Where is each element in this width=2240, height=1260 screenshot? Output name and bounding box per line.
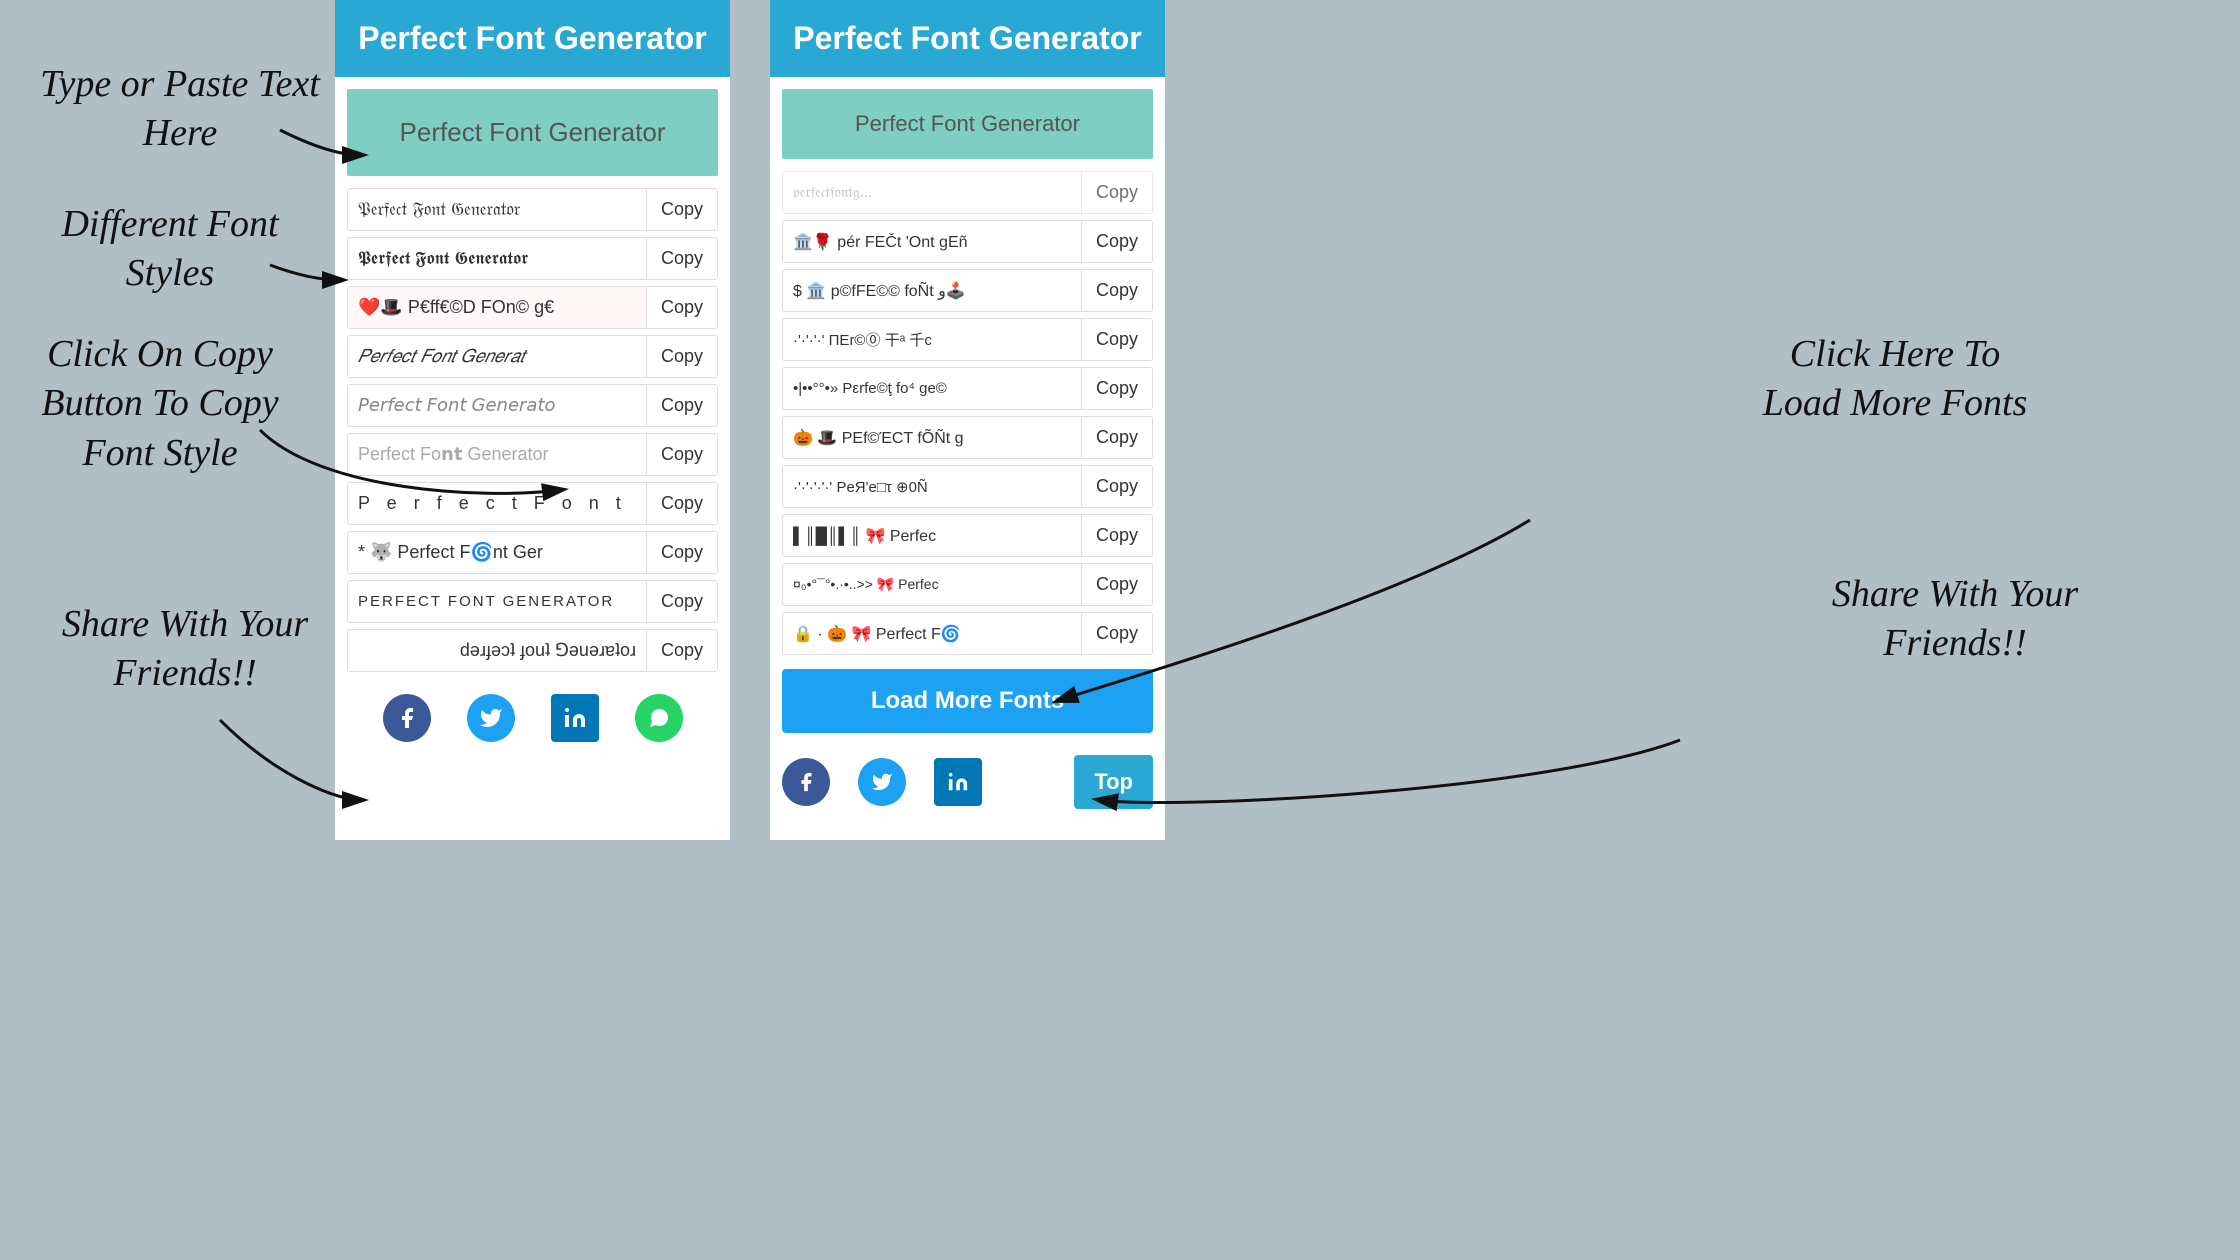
font-row: ▌║█║▌║ 🎀 Perfec Copy [782, 514, 1153, 557]
annotation-share-left: Share With Your Friends!! [60, 600, 310, 699]
copy-button[interactable]: Copy [1081, 613, 1152, 654]
font-text: ❤️🎩 P€ff€©D FOn© g€ [348, 287, 646, 328]
font-row: ❤️🎩 P€ff€©D FOn© g€ Copy [347, 286, 718, 329]
annotation-type-paste: Type or Paste Text Here [40, 60, 320, 159]
copy-button[interactable]: Copy [1081, 368, 1152, 409]
twitter-button[interactable] [467, 694, 515, 742]
copy-button[interactable]: Copy [646, 336, 717, 377]
font-row: 𝑃𝑒𝑟𝑓𝑒𝑐𝑡 𝐹𝑜𝑛𝑡 𝐺𝑒𝑛𝑒𝑟𝑎𝑡 Copy [347, 335, 718, 378]
font-row: P e r f e c t F o n t Copy [347, 482, 718, 525]
right-text-input[interactable]: Perfect Font Generator [782, 89, 1153, 159]
annotation-load-more: Click Here To Load More Fonts [1750, 330, 2040, 429]
copy-button[interactable]: Copy [646, 287, 717, 328]
font-text: 𝘗𝘦𝘳𝘧𝘦𝘤𝘵 𝘍𝘰𝘯𝘵 𝘎𝘦𝘯𝘦𝘳𝘢𝘵𝘰 [348, 385, 646, 426]
copy-button[interactable]: Copy [1081, 564, 1152, 605]
font-row: $ 🏛️ p©fFE©© foÑt ﻭ🕹️ Copy [782, 269, 1153, 312]
font-text: PERFECT FONT GENERATOR [348, 583, 646, 620]
font-row: ·'·'·'·' ΠΕr©⓪ 干ᵃ 千c Copy [782, 318, 1153, 361]
load-more-button[interactable]: Load More Fonts [782, 669, 1153, 733]
copy-button[interactable]: Copy [1081, 417, 1152, 458]
text-input[interactable]: Perfect Font Generator [347, 89, 718, 176]
copy-button[interactable]: Copy [1081, 221, 1152, 262]
top-button[interactable]: Top [1074, 755, 1153, 809]
font-row: 🎃 🎩 ΡΕf©ΈCT fÕÑt g Copy [782, 416, 1153, 459]
social-share-row [347, 678, 718, 750]
font-row: PERFECT FONT GENERATOR Copy [347, 580, 718, 623]
copy-button[interactable]: Copy [646, 483, 717, 524]
font-row: 🔒 · 🎃 🎀 Perfect F🌀 Copy [782, 612, 1153, 655]
font-row: 𝔓𝔢𝔯𝔣𝔢𝔠𝔱 𝔉𝔬𝔫𝔱 𝔊𝔢𝔫𝔢𝔯𝔞𝔱𝔬𝔯 Copy [347, 188, 718, 231]
font-text: P e r f e c t F o n t [348, 483, 646, 524]
copy-button[interactable]: Copy [646, 238, 717, 279]
font-text: 🏛️🌹 pér FEČt 'Ont gEñ [783, 222, 1081, 262]
facebook-button[interactable] [383, 694, 431, 742]
font-row: 🏛️🌹 pér FEČt 'Ont gEñ Copy [782, 220, 1153, 263]
social-group [782, 758, 982, 806]
copy-button[interactable]: Copy [1081, 172, 1152, 213]
font-text: * 🐺 Perfect F🌀nt Ger [348, 532, 646, 573]
font-row: •|••°°•» Ρεrfe©ţ fo⁴ ge© Copy [782, 367, 1153, 410]
font-text: 𝑃𝑒𝑟𝑓𝑒𝑐𝑡 𝐹𝑜𝑛𝑡 𝐺𝑒𝑛𝑒𝑟𝑎𝑡 [348, 336, 646, 377]
font-text: $ 🏛️ p©fFE©© foÑt ﻭ🕹️ [783, 271, 1081, 311]
font-row: * 🐺 Perfect F🌀nt Ger Copy [347, 531, 718, 574]
whatsapp-button[interactable] [635, 694, 683, 742]
left-panel-header: Perfect Font Generator [335, 0, 730, 77]
font-row: 𝔭𝔢𝔯𝔣𝔢𝔠𝔱𝔣𝔬𝔫𝔱𝔤... Copy [782, 171, 1153, 214]
font-text: ɹoʇɐɹǝuǝ⅁ ʇuoɟ ʇɔǝɟɹǝd [348, 630, 646, 671]
font-row: ɹoʇɐɹǝuǝ⅁ ʇuoɟ ʇɔǝɟɹǝd Copy [347, 629, 718, 672]
right-panel: Perfect Font Generator Perfect Font Gene… [770, 0, 1165, 840]
annotation-share-right: Share With Your Friends!! [1820, 570, 2090, 669]
font-text: 🎃 🎩 ΡΕf©ΈCT fÕÑt g [783, 418, 1081, 458]
font-text: Perfect Fo𝗻𝘁 Generator [348, 434, 646, 475]
right-social-row: Top [782, 747, 1153, 817]
linkedin-button[interactable] [551, 694, 599, 742]
copy-button[interactable]: Copy [646, 532, 717, 573]
font-text: ▌║█║▌║ 🎀 Perfec [783, 516, 1081, 556]
left-panel-body: Perfect Font Generator 𝔓𝔢𝔯𝔣𝔢𝔠𝔱 𝔉𝔬𝔫𝔱 𝔊𝔢𝔫𝔢… [335, 77, 730, 840]
copy-button[interactable]: Copy [1081, 515, 1152, 556]
font-row: Perfect Fo𝗻𝘁 Generator Copy [347, 433, 718, 476]
twitter-button-right[interactable] [858, 758, 906, 806]
copy-button[interactable]: Copy [646, 630, 717, 671]
font-row: ¤₀•°¯°•.·•..>> 🎀 Perfec Copy [782, 563, 1153, 606]
right-panel-body: Perfect Font Generator 𝔭𝔢𝔯𝔣𝔢𝔠𝔱𝔣𝔬𝔫𝔱𝔤... C… [770, 77, 1165, 840]
font-text: 𝔭𝔢𝔯𝔣𝔢𝔠𝔱𝔣𝔬𝔫𝔱𝔤... [783, 174, 1081, 211]
annotation-diff-fonts: Different Font Styles [30, 200, 310, 299]
font-text: 𝕻𝖊𝖗𝖋𝖊𝖈𝖙 𝕱𝖔𝖓𝖙 𝕲𝖊𝖓𝖊𝖗𝖆𝖙𝖔𝖗 [348, 238, 646, 279]
facebook-button-right[interactable] [782, 758, 830, 806]
annotation-click-copy: Click On Copy Button To Copy Font Style [15, 330, 305, 478]
font-text: 𝔓𝔢𝔯𝔣𝔢𝔠𝔱 𝔉𝔬𝔫𝔱 𝔊𝔢𝔫𝔢𝔯𝔞𝔱𝔬𝔯 [348, 190, 646, 230]
right-panel-header: Perfect Font Generator [770, 0, 1165, 77]
copy-button[interactable]: Copy [646, 581, 717, 622]
font-text: ·'·'·'·'·' PeЯ'е□τ ⊕0Ñ [783, 468, 1081, 506]
copy-button[interactable]: Copy [646, 189, 717, 230]
copy-button[interactable]: Copy [1081, 270, 1152, 311]
copy-button[interactable]: Copy [1081, 319, 1152, 360]
copy-button[interactable]: Copy [646, 434, 717, 475]
font-row: 𝘗𝘦𝘳𝘧𝘦𝘤𝘵 𝘍𝘰𝘯𝘵 𝘎𝘦𝘯𝘦𝘳𝘢𝘵𝘰 Copy [347, 384, 718, 427]
left-panel: Perfect Font Generator Perfect Font Gene… [335, 0, 730, 840]
font-text: ¤₀•°¯°•.·•..>> 🎀 Perfec [783, 566, 1081, 603]
linkedin-button-right[interactable] [934, 758, 982, 806]
font-text: ·'·'·'·' ΠΕr©⓪ 干ᵃ 千c [783, 319, 1081, 360]
font-row: 𝕻𝖊𝖗𝖋𝖊𝖈𝖙 𝕱𝖔𝖓𝖙 𝕲𝖊𝖓𝖊𝖗𝖆𝖙𝖔𝖗 Copy [347, 237, 718, 280]
font-text: 🔒 · 🎃 🎀 Perfect F🌀 [783, 614, 1081, 654]
font-text: •|••°°•» Ρεrfe©ţ fo⁴ ge© [783, 370, 1081, 407]
copy-button[interactable]: Copy [646, 385, 717, 426]
font-row: ·'·'·'·'·' PeЯ'е□τ ⊕0Ñ Copy [782, 465, 1153, 508]
copy-button[interactable]: Copy [1081, 466, 1152, 507]
